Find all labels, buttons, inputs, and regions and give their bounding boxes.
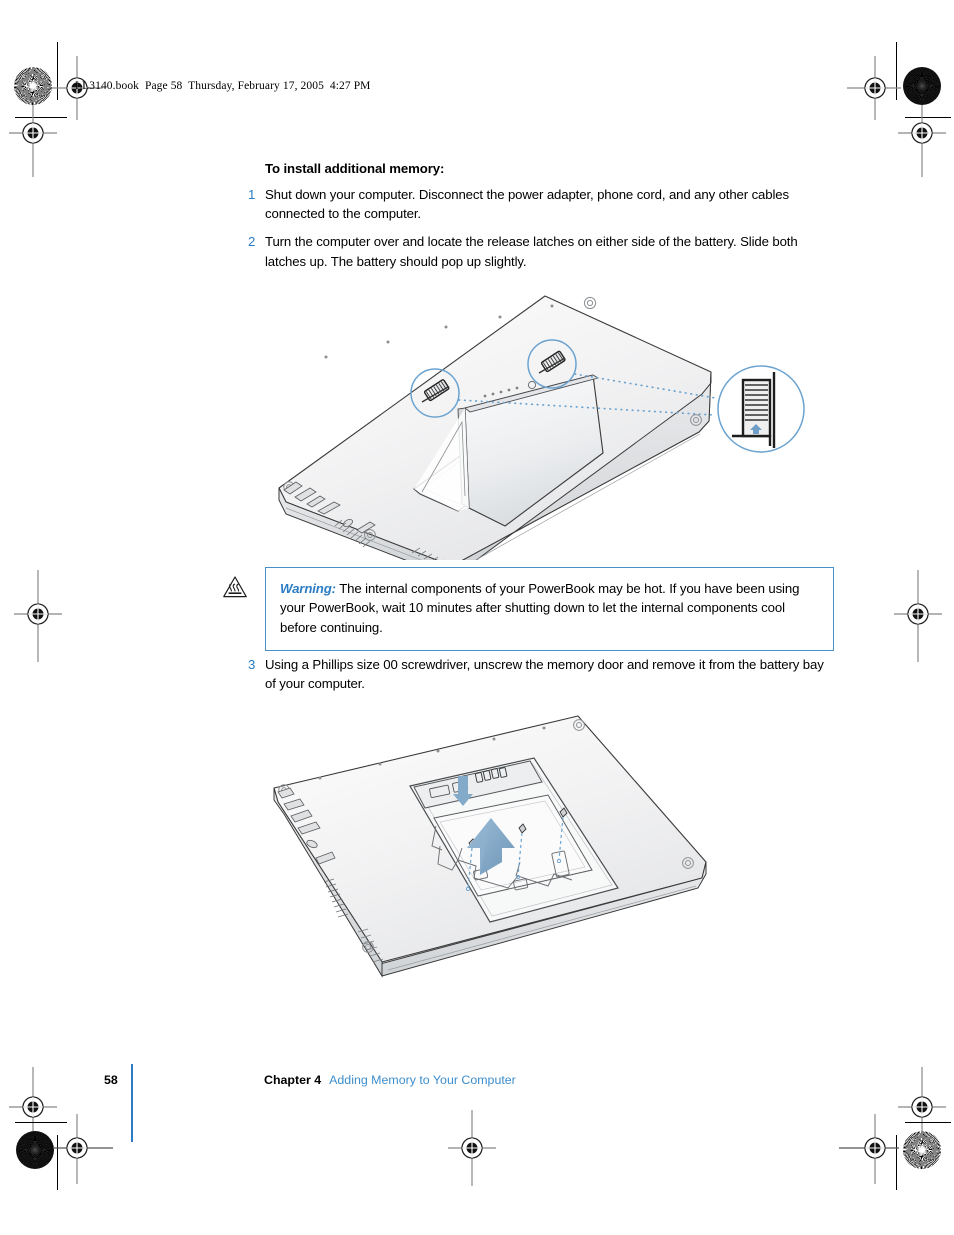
page-number: 58 [104,1073,118,1087]
breadcrumb: Chapter 4 Adding Memory to Your Computer [264,1073,516,1087]
warning-callout: Warning: The internal components of your… [222,567,834,651]
steps-list-continued: 3 Using a Phillips size 00 screwdriver, … [248,655,834,694]
moire-patch-bottom-left [16,1131,54,1169]
trim-line-bottom-right-horizontal [905,1122,951,1123]
figure-battery-latches [262,290,822,560]
latch-detail-callout [717,365,805,453]
warning-label: Warning: [280,581,336,596]
step-number: 3 [248,657,256,672]
page-title: To install additional memory: [265,161,445,176]
footer-rule [131,1064,133,1142]
registration-target-bottom-right [839,1114,899,1184]
chapter-label: Chapter 4 [264,1073,322,1087]
step-text: Shut down your computer. Disconnect the … [265,186,789,222]
registration-target-bottom-center [448,1110,496,1186]
moire-patch-bottom-right [903,1131,941,1169]
list-item: 1 Shut down your computer. Disconnect th… [248,185,834,224]
steps-list: 1 Shut down your computer. Disconnect th… [248,185,834,271]
warning-text-box: Warning: The internal components of your… [265,567,834,651]
registration-target-top-right [847,56,901,120]
hot-surface-warning-icon [222,574,248,600]
step-text: Using a Phillips size 00 screwdriver, un… [265,657,824,692]
list-item: 3 Using a Phillips size 00 screwdriver, … [248,655,834,694]
registration-target-bottom-left [53,1114,113,1184]
step-text: Turn the computer over and locate the re… [265,234,798,269]
page-footer: 58 Chapter 4 Adding Memory to Your Comput… [104,1064,844,1142]
moire-patch-top-right [903,67,941,105]
registration-target-left-upper [9,105,57,177]
registration-target-right-upper [898,105,946,177]
trim-line-bottom-left-horizontal [15,1122,67,1123]
step-number: 2 [248,234,256,250]
instructions-block-continued: 3 Using a Phillips size 00 screwdriver, … [248,655,834,703]
page-slug: LL3140.book Page 58 Thursday, February 1… [75,80,371,92]
registration-target-right-middle [894,570,942,662]
moire-patch-top-left [14,67,52,105]
list-item: 2 Turn the computer over and locate the … [248,232,834,271]
instructions-block: To install additional memory: 1 Shut dow… [248,160,834,280]
warning-text: The internal components of your PowerBoo… [280,581,800,635]
figure-memory-door [262,710,722,1000]
registration-target-left-middle [14,570,62,662]
chapter-title: Adding Memory to Your Computer [329,1073,516,1087]
step-number: 1 [248,186,256,202]
